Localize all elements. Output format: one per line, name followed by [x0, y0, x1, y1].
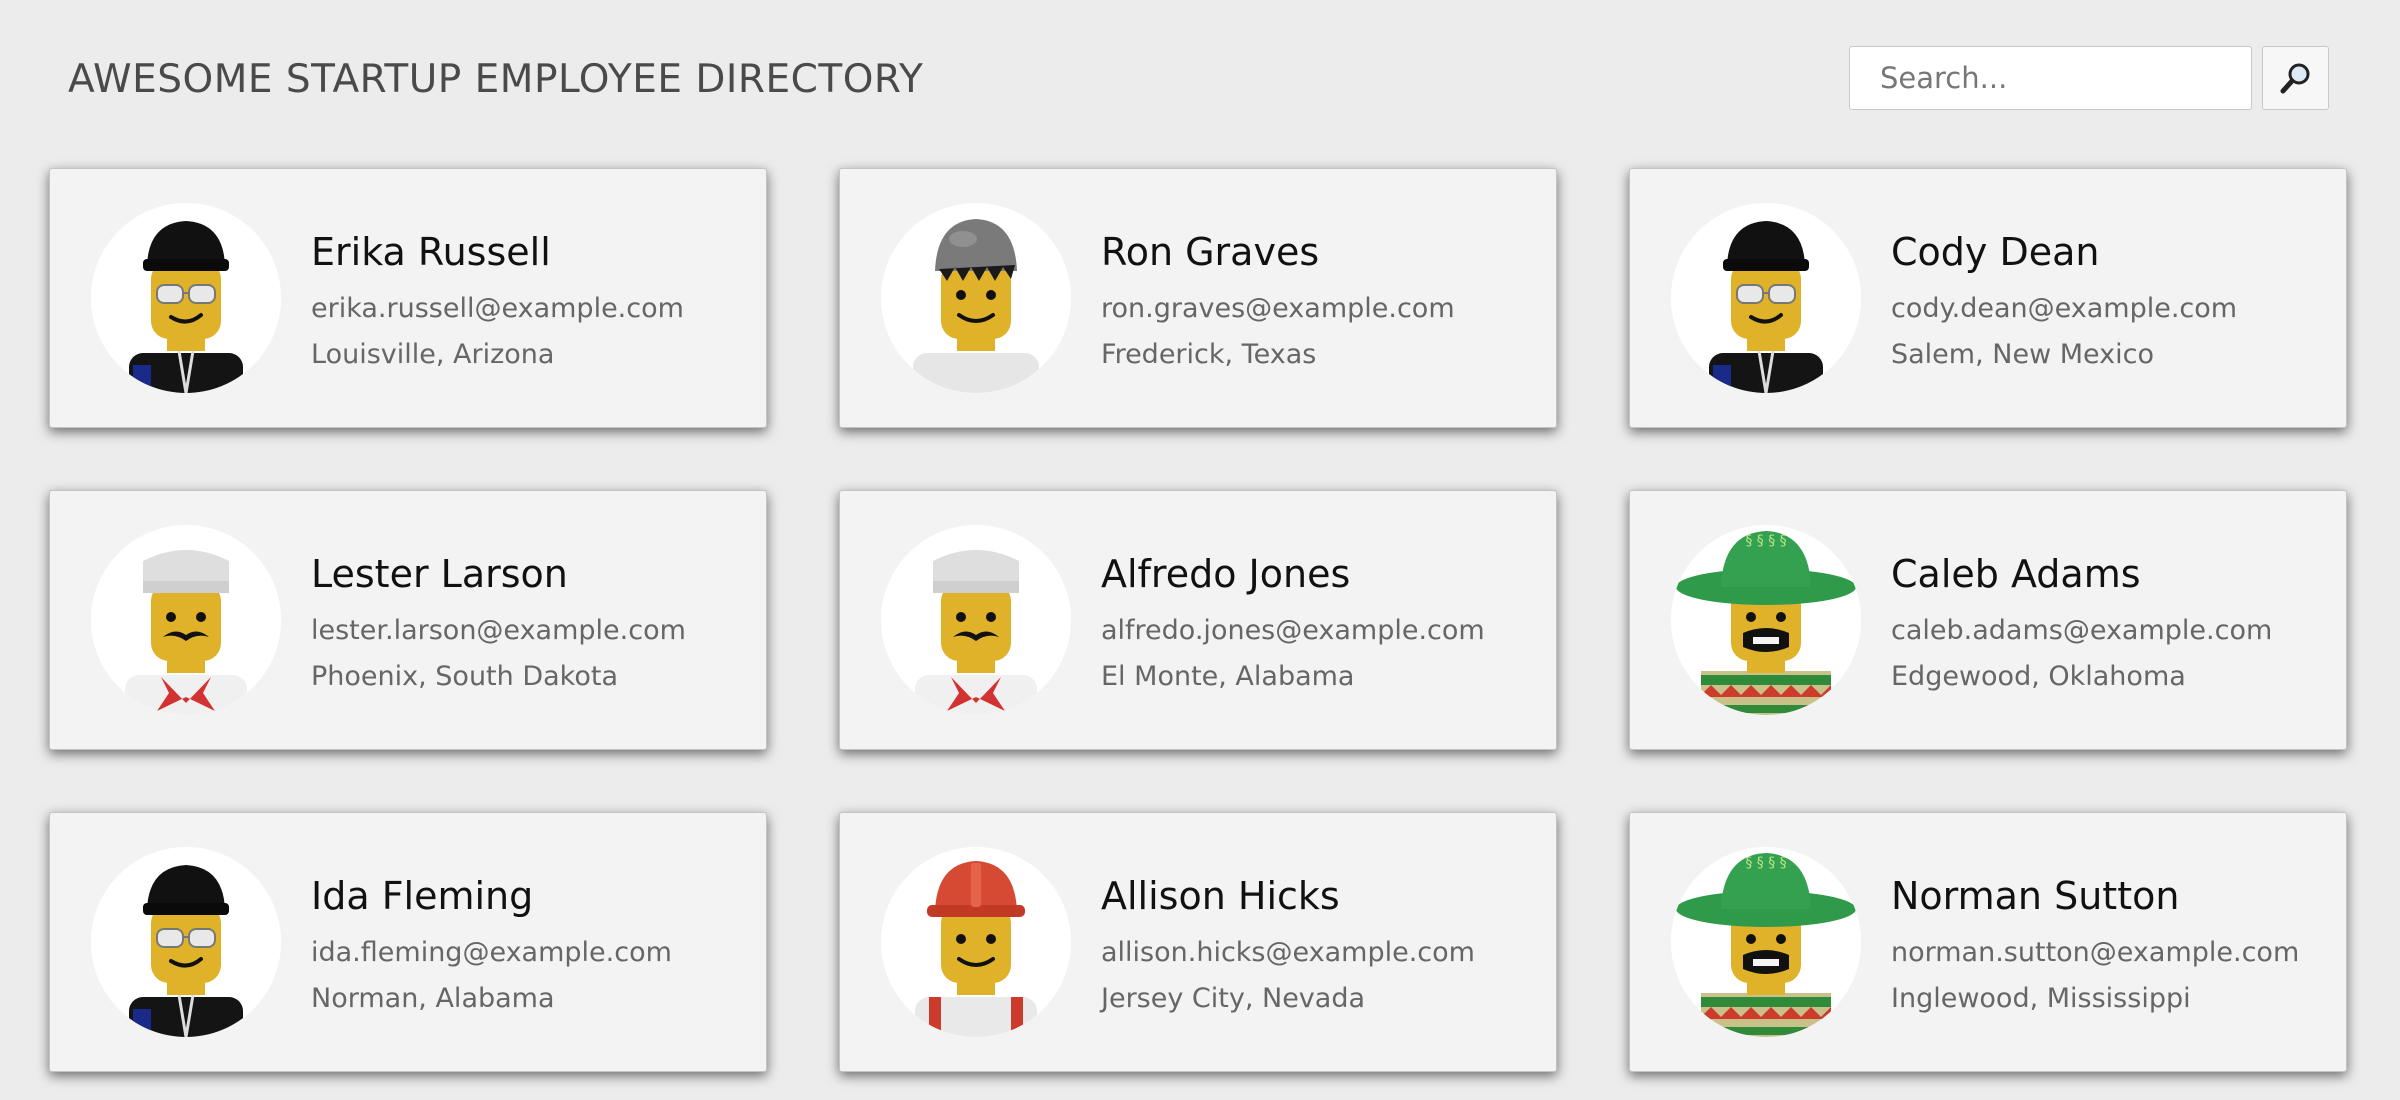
- employee-name: Alfredo Jones: [1101, 552, 1351, 597]
- employee-card[interactable]: § § § § Caleb Adams caleb.adams@example.…: [1629, 490, 2347, 750]
- employee-location: Edgewood, Oklahoma: [1891, 660, 2186, 692]
- lego-chef-mustache-avatar-icon: [91, 525, 281, 715]
- svg-text:§ § § §: § § § §: [1745, 533, 1786, 549]
- employee-email: norman.sutton@example.com: [1891, 937, 2300, 969]
- lego-cap-glasses-avatar-icon: [91, 203, 281, 393]
- lego-sombrero-avatar-icon: § § § §: [1671, 525, 1861, 715]
- avatar: [91, 525, 281, 715]
- employee-email: cody.dean@example.com: [1891, 293, 2238, 325]
- avatar: § § § §: [1671, 525, 1861, 715]
- avatar: [881, 525, 1071, 715]
- employee-info: Cody Dean cody.dean@example.com Salem, N…: [1891, 226, 2237, 369]
- employee-email: erika.russell@example.com: [311, 293, 684, 325]
- employee-info: Lester Larson lester.larson@example.com …: [311, 548, 686, 691]
- lego-hard-hat-avatar-icon: [881, 847, 1071, 1037]
- avatar: § § § §: [1671, 847, 1861, 1037]
- lego-cap-glasses-avatar-icon: [91, 847, 281, 1037]
- employee-info: Norman Sutton norman.sutton@example.com …: [1891, 870, 2299, 1013]
- avatar: [91, 203, 281, 393]
- employee-info: Ida Fleming ida.fleming@example.com Norm…: [311, 870, 672, 1013]
- employee-location: Inglewood, Mississippi: [1891, 982, 2191, 1014]
- employee-location: Phoenix, South Dakota: [311, 660, 618, 692]
- employee-location: Frederick, Texas: [1101, 338, 1317, 370]
- employee-info: Erika Russell erika.russell@example.com …: [311, 226, 684, 369]
- lego-cap-glasses-avatar-icon: [1671, 203, 1861, 393]
- employee-info: Allison Hicks allison.hicks@example.com …: [1101, 870, 1475, 1013]
- employee-card[interactable]: Ron Graves ron.graves@example.com Freder…: [839, 168, 1557, 428]
- employee-name: Lester Larson: [311, 552, 568, 597]
- employee-email: lester.larson@example.com: [311, 615, 686, 647]
- employee-card[interactable]: Allison Hicks allison.hicks@example.com …: [839, 812, 1557, 1072]
- employee-card[interactable]: Lester Larson lester.larson@example.com …: [49, 490, 767, 750]
- search-input[interactable]: [1849, 46, 2252, 110]
- search-form: [1849, 46, 2329, 110]
- employee-card[interactable]: Cody Dean cody.dean@example.com Salem, N…: [1629, 168, 2347, 428]
- employee-location: Salem, New Mexico: [1891, 338, 2155, 370]
- employee-email: allison.hicks@example.com: [1101, 937, 1475, 969]
- employee-email: ron.graves@example.com: [1101, 293, 1455, 325]
- lego-chef-mustache-avatar-icon: [881, 525, 1071, 715]
- page-title: AWESOME STARTUP EMPLOYEE DIRECTORY: [68, 57, 924, 102]
- svg-text:§ § § §: § § § §: [1745, 855, 1786, 871]
- employee-name: Allison Hicks: [1101, 874, 1340, 919]
- employee-name: Ida Fleming: [311, 874, 534, 919]
- employee-name: Caleb Adams: [1891, 552, 2141, 597]
- employee-email: caleb.adams@example.com: [1891, 615, 2273, 647]
- employee-card[interactable]: § § § § Norman Sutton norman.sutton@exam…: [1629, 812, 2347, 1072]
- avatar: [881, 847, 1071, 1037]
- employee-info: Ron Graves ron.graves@example.com Freder…: [1101, 226, 1455, 369]
- employee-info: Alfredo Jones alfredo.jones@example.com …: [1101, 548, 1485, 691]
- employee-name: Norman Sutton: [1891, 874, 2180, 919]
- avatar: [1671, 203, 1861, 393]
- magnifier-icon: [2280, 63, 2309, 94]
- employee-name: Ron Graves: [1101, 230, 1320, 275]
- employee-name: Erika Russell: [311, 230, 551, 275]
- employee-card[interactable]: Ida Fleming ida.fleming@example.com Norm…: [49, 812, 767, 1072]
- employee-grid: Erika Russell erika.russell@example.com …: [49, 168, 2347, 1072]
- employee-email: alfredo.jones@example.com: [1101, 615, 1485, 647]
- lego-sombrero-avatar-icon: § § § §: [1671, 847, 1861, 1037]
- search-button[interactable]: [2262, 46, 2329, 110]
- employee-email: ida.fleming@example.com: [311, 937, 672, 969]
- avatar: [881, 203, 1071, 393]
- employee-location: El Monte, Alabama: [1101, 660, 1355, 692]
- avatar: [91, 847, 281, 1037]
- employee-card[interactable]: Erika Russell erika.russell@example.com …: [49, 168, 767, 428]
- employee-location: Louisville, Arizona: [311, 338, 555, 370]
- employee-name: Cody Dean: [1891, 230, 2100, 275]
- employee-info: Caleb Adams caleb.adams@example.com Edge…: [1891, 548, 2272, 691]
- employee-location: Norman, Alabama: [311, 982, 555, 1014]
- employee-card[interactable]: Alfredo Jones alfredo.jones@example.com …: [839, 490, 1557, 750]
- employee-location: Jersey City, Nevada: [1101, 982, 1366, 1014]
- lego-grey-beanie-avatar-icon: [881, 203, 1071, 393]
